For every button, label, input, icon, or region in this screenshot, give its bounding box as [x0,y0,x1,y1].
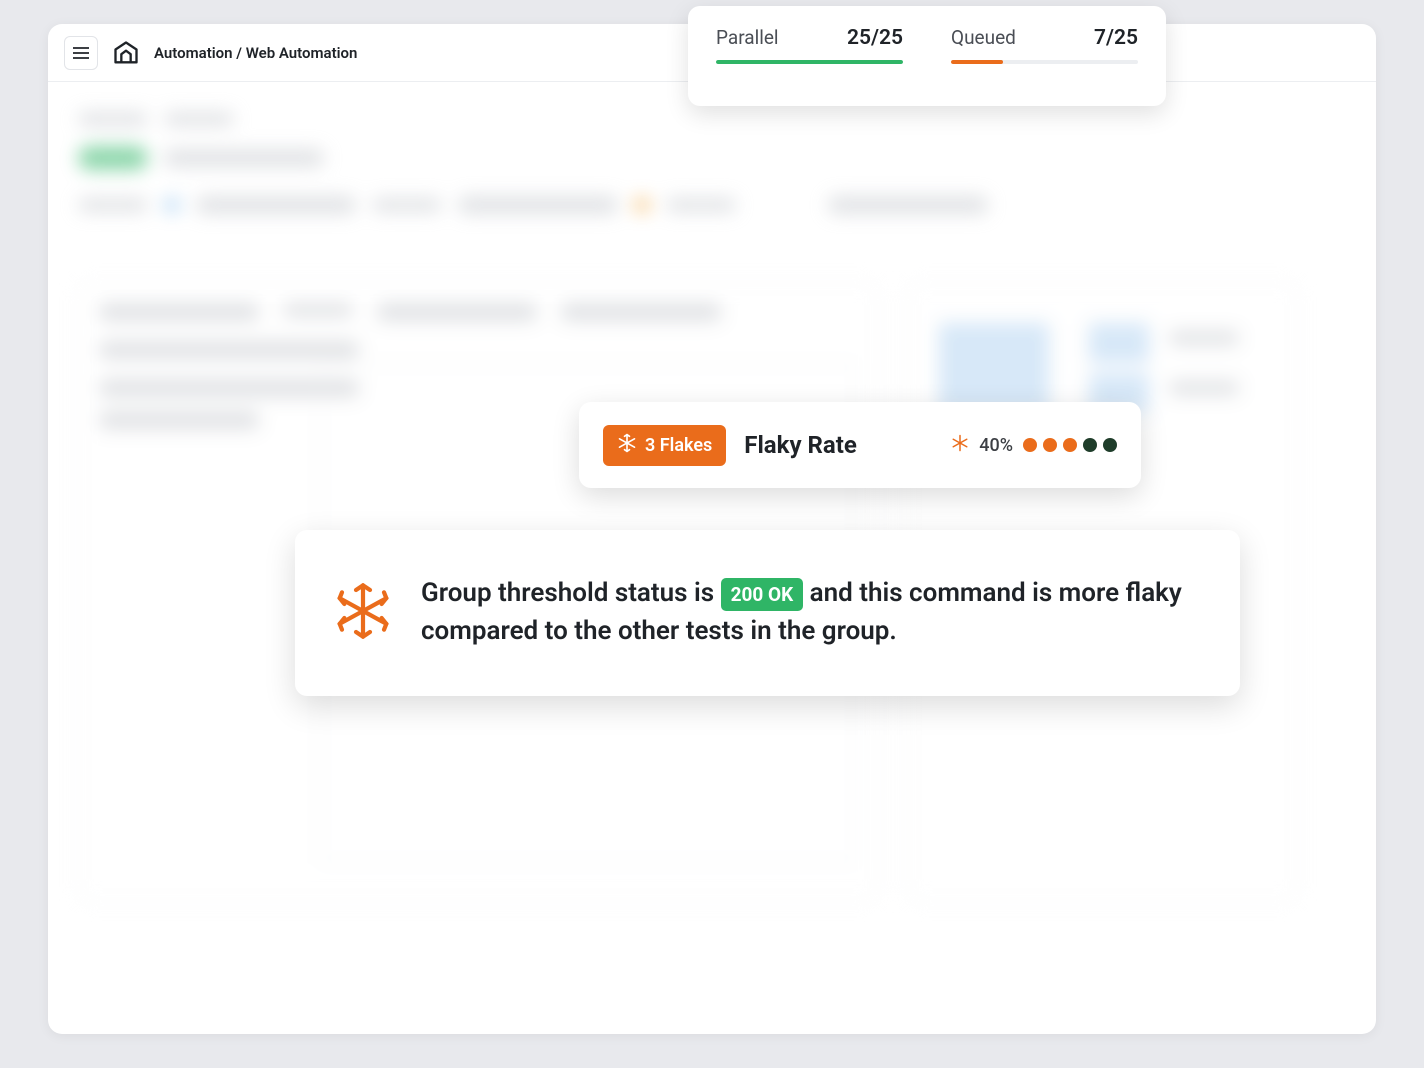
status-dot [1023,438,1037,452]
flakes-count: 3 Flakes [645,435,712,456]
snowflake-icon [951,434,969,456]
status-dot [1103,438,1117,452]
threshold-message-card: Group threshold status is 200 OK and thi… [295,530,1240,696]
hamburger-icon [73,52,89,54]
threshold-message-text: Group threshold status is 200 OK and thi… [421,575,1200,650]
flakes-badge: 3 Flakes [603,425,726,466]
queued-stat: Queued 7/25 [951,26,1138,90]
breadcrumb: Automation / Web Automation [154,44,357,62]
queued-label: Queued [951,26,1016,49]
snowflake-icon [335,583,391,643]
flaky-rate-percent: 40% [979,435,1013,456]
status-dot [1063,438,1077,452]
parallel-label: Parallel [716,26,779,49]
parallel-progress [716,60,903,64]
flaky-rate-card: 3 Flakes Flaky Rate 40% [579,402,1141,488]
parallel-value: 25/25 [847,26,903,50]
status-ok-badge: 200 OK [721,578,804,612]
menu-button[interactable] [64,36,98,70]
queued-progress [951,60,1138,64]
queue-stats-card: Parallel 25/25 Queued 7/25 [688,6,1166,106]
parallel-stat: Parallel 25/25 [716,26,903,90]
app-window: Automation / Web Automation [48,24,1376,1034]
snowflake-icon [617,433,637,458]
app-logo [112,39,140,67]
flaky-rate-title: Flaky Rate [744,431,933,459]
status-dot [1043,438,1057,452]
queued-value: 7/25 [1094,26,1138,50]
flaky-dot-indicator [1023,438,1117,452]
status-dot [1083,438,1097,452]
flaky-rate-value-group: 40% [951,434,1117,456]
